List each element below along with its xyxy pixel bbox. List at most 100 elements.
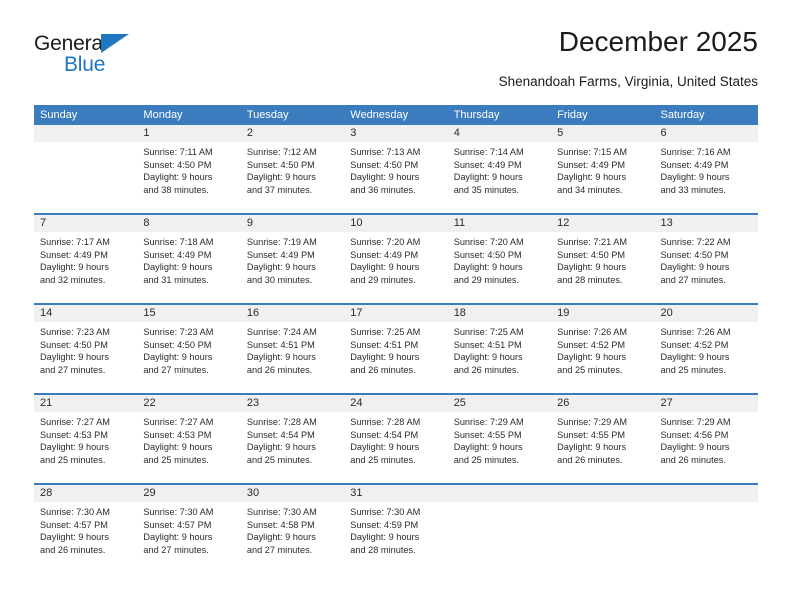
sun-info: Sunrise: 7:20 AM Sunset: 4:50 PM Daylight:… bbox=[448, 232, 551, 286]
day-cell[interactable]: 6 Sunrise: 7:16 AM Sunset: 4:49 PM Daylight… bbox=[654, 125, 758, 213]
sun-info-line: Daylight: 9 hours bbox=[143, 262, 213, 273]
sun-info: Sunrise: 7:23 AM Sunset: 4:50 PM Daylight:… bbox=[137, 322, 240, 376]
sun-info-line: Sunrise: 7:14 AM bbox=[453, 147, 524, 157]
sun-info-line: Daylight: 9 hours bbox=[246, 442, 316, 453]
sun-info-line: Sunset: 4:50 PM bbox=[350, 159, 419, 170]
sun-info-line: Sunset: 4:50 PM bbox=[557, 249, 626, 260]
day-cell-empty bbox=[447, 485, 552, 573]
sun-info-line: Daylight: 9 hours bbox=[453, 172, 523, 183]
day-cell[interactable]: 8 Sunrise: 7:18 AM Sunset: 4:49 PM Daylight… bbox=[137, 215, 241, 303]
day-cell[interactable]: 16 Sunrise: 7:24 AM Sunset: 4:51 PM Dayligh… bbox=[240, 305, 345, 393]
sun-info-line: Daylight: 9 hours bbox=[557, 172, 627, 183]
sun-info-line: and 25 minutes. bbox=[350, 454, 416, 465]
sun-info-line: Sunset: 4:49 PM bbox=[453, 159, 522, 170]
weekday-header-saturday: Saturday bbox=[660, 109, 705, 121]
day-cell[interactable]: 25 Sunrise: 7:29 AM Sunset: 4:55 PM Dayligh… bbox=[447, 395, 552, 483]
sun-info-line: Sunrise: 7:23 AM bbox=[40, 327, 110, 337]
day-cell-empty bbox=[34, 125, 138, 213]
sun-info-line: Daylight: 9 hours bbox=[143, 352, 213, 363]
day-cell[interactable]: 10 Sunrise: 7:20 AM Sunset: 4:49 PM Dayligh… bbox=[344, 215, 448, 303]
day-cell[interactable]: 30 Sunrise: 7:30 AM Sunset: 4:58 PM Dayligh… bbox=[240, 485, 345, 573]
day-number: 17 bbox=[344, 305, 448, 322]
sun-info-line: Sunrise: 7:11 AM bbox=[143, 147, 213, 157]
day-cell[interactable]: 17 Sunrise: 7:25 AM Sunset: 4:51 PM Dayligh… bbox=[344, 305, 448, 393]
week-cells: 28 Sunrise: 7:30 AM Sunset: 4:57 PM Dayligh… bbox=[34, 485, 758, 573]
day-cell[interactable]: 20 Sunrise: 7:26 AM Sunset: 4:52 PM Dayligh… bbox=[654, 305, 758, 393]
day-number bbox=[447, 485, 552, 502]
day-number: 19 bbox=[551, 305, 655, 322]
day-cell[interactable]: 21 Sunrise: 7:27 AM Sunset: 4:53 PM Dayligh… bbox=[34, 395, 138, 483]
sun-info bbox=[34, 142, 137, 146]
day-number bbox=[34, 125, 138, 142]
sun-info-line: and 29 minutes. bbox=[350, 274, 416, 285]
day-cell[interactable]: 7 Sunrise: 7:17 AM Sunset: 4:49 PM Daylight… bbox=[34, 215, 138, 303]
day-cell[interactable]: 31 Sunrise: 7:30 AM Sunset: 4:59 PM Dayligh… bbox=[344, 485, 448, 573]
sun-info-line: Sunrise: 7:29 AM bbox=[453, 417, 524, 427]
day-cell[interactable]: 28 Sunrise: 7:30 AM Sunset: 4:57 PM Dayligh… bbox=[34, 485, 138, 573]
sun-info-line: Sunset: 4:54 PM bbox=[246, 429, 315, 440]
sun-info: Sunrise: 7:13 AM Sunset: 4:50 PM Daylight:… bbox=[344, 142, 447, 196]
sun-info-line: Daylight: 9 hours bbox=[40, 442, 109, 453]
sun-info: Sunrise: 7:25 AM Sunset: 4:51 PM Daylight:… bbox=[448, 322, 551, 376]
sun-info-line: and 35 minutes. bbox=[453, 184, 520, 195]
sun-info-line: and 25 minutes. bbox=[143, 454, 209, 465]
day-cell[interactable]: 3 Sunrise: 7:13 AM Sunset: 4:50 PM Daylight… bbox=[344, 125, 448, 213]
sun-info: Sunrise: 7:26 AM Sunset: 4:52 PM Daylight:… bbox=[655, 322, 758, 376]
sun-info-line: Sunrise: 7:12 AM bbox=[246, 147, 317, 157]
day-cell[interactable]: 15 Sunrise: 7:23 AM Sunset: 4:50 PM Dayligh… bbox=[137, 305, 241, 393]
day-cell[interactable]: 4 Sunrise: 7:14 AM Sunset: 4:49 PM Daylight… bbox=[447, 125, 552, 213]
day-cell[interactable]: 29 Sunrise: 7:30 AM Sunset: 4:57 PM Dayligh… bbox=[137, 485, 241, 573]
week-cells: 21 Sunrise: 7:27 AM Sunset: 4:53 PM Dayligh… bbox=[34, 395, 758, 483]
sun-info-line: Sunset: 4:50 PM bbox=[143, 159, 212, 170]
sun-info-line: Daylight: 9 hours bbox=[143, 532, 213, 543]
sun-info-line: Sunset: 4:55 PM bbox=[557, 429, 626, 440]
day-cell[interactable]: 18 Sunrise: 7:25 AM Sunset: 4:51 PM Dayligh… bbox=[447, 305, 552, 393]
sun-info-line: and 26 minutes. bbox=[557, 454, 623, 465]
sun-info-line: and 29 minutes. bbox=[453, 274, 520, 285]
day-cell[interactable]: 11 Sunrise: 7:20 AM Sunset: 4:50 PM Dayligh… bbox=[447, 215, 552, 303]
day-cell[interactable]: 22 Sunrise: 7:27 AM Sunset: 4:53 PM Dayligh… bbox=[137, 395, 241, 483]
day-cell[interactable]: 19 Sunrise: 7:26 AM Sunset: 4:52 PM Dayligh… bbox=[551, 305, 655, 393]
sun-info: Sunrise: 7:27 AM Sunset: 4:53 PM Daylight:… bbox=[137, 412, 240, 466]
day-cell[interactable]: 27 Sunrise: 7:29 AM Sunset: 4:56 PM Dayligh… bbox=[654, 395, 758, 483]
day-cell[interactable]: 14 Sunrise: 7:23 AM Sunset: 4:50 PM Dayligh… bbox=[34, 305, 138, 393]
sun-info-line: Sunrise: 7:23 AM bbox=[143, 327, 214, 337]
general-blue-logo[interactable]: General Blue bbox=[34, 32, 204, 88]
sun-info: Sunrise: 7:30 AM Sunset: 4:59 PM Daylight:… bbox=[344, 502, 447, 556]
sun-info-line: and 38 minutes. bbox=[143, 184, 209, 195]
sun-info-line: Sunset: 4:56 PM bbox=[660, 429, 729, 440]
day-cell[interactable]: 24 Sunrise: 7:28 AM Sunset: 4:54 PM Dayligh… bbox=[344, 395, 448, 483]
day-cell[interactable]: 26 Sunrise: 7:29 AM Sunset: 4:55 PM Dayligh… bbox=[551, 395, 655, 483]
day-cell[interactable]: 23 Sunrise: 7:28 AM Sunset: 4:54 PM Dayligh… bbox=[240, 395, 345, 483]
weekday-header-sunday: Sunday bbox=[40, 109, 78, 121]
day-cell[interactable]: 9 Sunrise: 7:19 AM Sunset: 4:49 PM Daylight… bbox=[240, 215, 345, 303]
day-number: 24 bbox=[344, 395, 448, 412]
sun-info: Sunrise: 7:20 AM Sunset: 4:49 PM Daylight:… bbox=[344, 232, 447, 286]
sun-info-line: Sunrise: 7:26 AM bbox=[660, 327, 731, 337]
weekday-header-friday: Friday bbox=[557, 109, 588, 121]
sun-info-line: Sunrise: 7:30 AM bbox=[40, 507, 110, 517]
sun-info-line: and 26 minutes. bbox=[40, 544, 106, 555]
day-cell[interactable]: 13 Sunrise: 7:22 AM Sunset: 4:50 PM Dayligh… bbox=[654, 215, 758, 303]
sun-info-line: Sunset: 4:57 PM bbox=[40, 519, 108, 530]
sun-info: Sunrise: 7:11 AM Sunset: 4:50 PM Daylight:… bbox=[137, 142, 240, 196]
sun-info-line: Sunset: 4:49 PM bbox=[246, 249, 315, 260]
day-number: 16 bbox=[240, 305, 345, 322]
day-number: 10 bbox=[344, 215, 448, 232]
sun-info-line: Sunset: 4:52 PM bbox=[557, 339, 626, 350]
day-cell[interactable]: 2 Sunrise: 7:12 AM Sunset: 4:50 PM Daylight… bbox=[240, 125, 345, 213]
day-number: 18 bbox=[447, 305, 552, 322]
day-cell[interactable]: 1 Sunrise: 7:11 AM Sunset: 4:50 PM Daylight… bbox=[137, 125, 241, 213]
day-number: 11 bbox=[447, 215, 552, 232]
sun-info: Sunrise: 7:30 AM Sunset: 4:57 PM Daylight:… bbox=[137, 502, 240, 556]
sun-info: Sunrise: 7:16 AM Sunset: 4:49 PM Daylight:… bbox=[655, 142, 758, 196]
sun-info-line: Daylight: 9 hours bbox=[660, 262, 730, 273]
sun-info-line: Sunset: 4:59 PM bbox=[350, 519, 419, 530]
day-cell[interactable]: 12 Sunrise: 7:21 AM Sunset: 4:50 PM Dayligh… bbox=[551, 215, 655, 303]
sun-info-line: Sunset: 4:50 PM bbox=[660, 249, 729, 260]
logo-text-blue: Blue bbox=[64, 53, 106, 76]
day-cell[interactable]: 5 Sunrise: 7:15 AM Sunset: 4:49 PM Daylight… bbox=[551, 125, 655, 213]
sun-info-line: and 32 minutes. bbox=[40, 274, 106, 285]
sun-info-line: Sunset: 4:53 PM bbox=[143, 429, 212, 440]
sun-info: Sunrise: 7:18 AM Sunset: 4:49 PM Daylight:… bbox=[137, 232, 240, 286]
